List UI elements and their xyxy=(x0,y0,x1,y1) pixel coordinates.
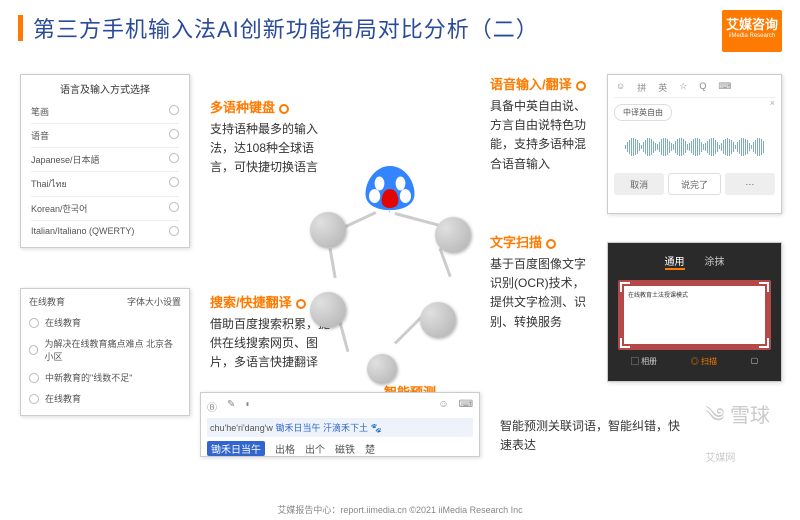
radio-icon[interactable] xyxy=(169,177,179,187)
radio-icon[interactable] xyxy=(29,394,39,404)
radio-icon[interactable] xyxy=(169,202,179,212)
album-button[interactable]: ▢ 相册 xyxy=(631,356,657,367)
dot-icon xyxy=(546,239,556,249)
node-icon xyxy=(310,292,346,328)
tab-general[interactable]: 通用 xyxy=(665,253,685,270)
tab-smear[interactable]: 涂抹 xyxy=(705,253,725,270)
svg-text:du: du xyxy=(386,211,394,212)
radio-icon[interactable] xyxy=(169,129,179,139)
more-button[interactable]: ⋯ xyxy=(725,173,775,195)
list-item: 语音 xyxy=(31,124,179,148)
dot-icon xyxy=(296,299,306,309)
list-item: Italian/Italiano (QWERTY) xyxy=(31,221,179,241)
candidates[interactable]: 锄禾日当午 出格 出个 磁铁 楚 xyxy=(207,439,473,458)
radio-icon[interactable] xyxy=(29,345,38,355)
node-icon xyxy=(367,354,397,384)
list-item: Korean/한국어 xyxy=(31,197,179,221)
node-icon xyxy=(310,212,346,248)
close-icon[interactable]: × xyxy=(770,98,775,108)
list-item: Japanese/日本語 xyxy=(31,148,179,172)
section-ocr: 文字扫描 基于百度图像文字识别(OCR)技术，提供文字检测、识别、转换服务 xyxy=(490,232,590,332)
node-icon xyxy=(420,302,456,338)
scan-button[interactable]: ◎ 扫描 xyxy=(691,356,717,367)
search-card: 在线教育字体大小设置 在线教育 为解决在线教育痛点难点 北京各小区 中新教育的"… xyxy=(20,288,190,416)
list-item: 笔画 xyxy=(31,100,179,124)
waveform xyxy=(614,135,775,159)
camera-icon[interactable]: ▢ xyxy=(751,356,759,367)
footer-text: 艾媒报告中心：report.iimedia.cn ©2021 iiMedia R… xyxy=(0,503,800,516)
voice-card: ☺ 拼 英 ☆ Q ⌨ 中译英自由 × 取消 说完了 ⋯ xyxy=(607,74,782,214)
watermark: ༄ 雪球 艾媒网 xyxy=(705,393,770,464)
mode-pill[interactable]: 中译英自由 xyxy=(614,104,672,121)
dot-icon xyxy=(279,104,289,114)
scan-frame: 在线教育土法授课模式 xyxy=(618,280,771,350)
voice-tabs[interactable]: ☺ 拼 英 ☆ Q ⌨ xyxy=(614,81,775,98)
section-voice: 语音输入/翻译 具备中英自由说、方言自由说特色功能，支持多语种混合语音输入 xyxy=(490,74,590,174)
radio-icon[interactable] xyxy=(169,226,179,236)
baidu-logo-icon: du xyxy=(355,162,425,212)
input-card: Ⓑ✎◐☺⌨ chu'he'ri'dang'w 锄禾日当午 汗滴禾下土 🐾 锄禾日… xyxy=(200,392,480,457)
ocr-card: 通用 涂抹 在线教育土法授课模式 ▢ 相册 ◎ 扫描 ▢ xyxy=(607,242,782,382)
dot-icon xyxy=(576,81,586,91)
done-button[interactable]: 说完了 xyxy=(668,173,720,195)
lang-card-title: 语言及输入方式选择 xyxy=(31,81,179,96)
section-multilang: 多语种键盘 支持语种最多的输入法，达108种全球语言，可快捷切换语言 xyxy=(210,97,330,178)
suggestion-bar[interactable]: chu'he'ri'dang'w 锄禾日当午 汗滴禾下土 🐾 xyxy=(207,418,473,437)
radio-icon[interactable] xyxy=(169,153,179,163)
list-item: Thai/ไทย xyxy=(31,172,179,197)
node-icon xyxy=(435,217,471,253)
language-card: 语言及输入方式选择 笔画 语音 Japanese/日本語 Thai/ไทย Ko… xyxy=(20,74,190,248)
accent-bar xyxy=(18,15,23,41)
input-toolbar[interactable]: Ⓑ✎◐☺⌨ xyxy=(207,397,473,416)
page-title: 第三方手机输入法AI创新功能布局对比分析（二） xyxy=(33,12,539,44)
predict-desc: 智能预测关联词语，智能纠错，快速表达 xyxy=(500,417,680,455)
radio-icon[interactable] xyxy=(29,318,39,328)
radio-icon[interactable] xyxy=(169,105,179,115)
brand-logo: 艾媒咨询 iiMedia Research xyxy=(722,10,782,52)
cancel-button[interactable]: 取消 xyxy=(614,173,664,195)
radio-icon[interactable] xyxy=(29,373,39,383)
